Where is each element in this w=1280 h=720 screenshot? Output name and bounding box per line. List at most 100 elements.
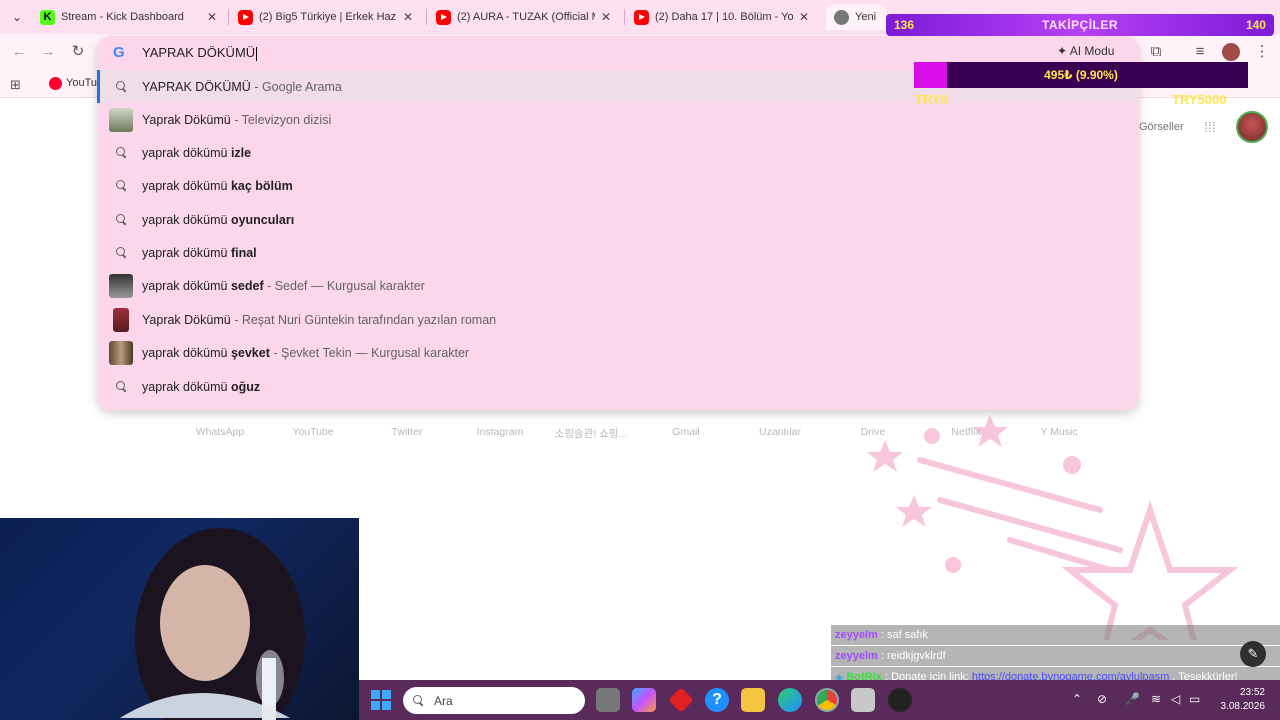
- obs-icon[interactable]: [888, 688, 912, 712]
- character-thumbnail: [109, 273, 133, 298]
- suggestion-desc: - Sedef — Kurgusal karakter: [267, 278, 425, 293]
- followers-goal: 140: [1245, 18, 1266, 32]
- shortcut-youtube[interactable]: YouTube: [273, 426, 353, 438]
- search-icon: [413, 695, 424, 706]
- shortcut-drive[interactable]: Drive: [833, 426, 913, 438]
- suggestion-item[interactable]: Yaprak Dökümü - Televizyon dizisi: [97, 103, 1139, 136]
- shortcut-ymusic[interactable]: Y Music: [1019, 426, 1099, 438]
- donation-max: TRY5000: [1172, 92, 1227, 107]
- suggestion-item[interactable]: yaprak dökümü sedef - Sedef — Kurgusal k…: [97, 269, 1139, 302]
- suggestion-bold: kaç bölüm: [230, 178, 293, 193]
- suggestion-desc: - Reşat Nuri Güntekin tarafından yazılan…: [234, 312, 497, 327]
- chevron-up-icon[interactable]: ⌃: [1072, 692, 1082, 706]
- images-link[interactable]: Görseller: [1139, 121, 1184, 133]
- omnibox-query: YAPRAK DÖKÜMÜ: [142, 45, 256, 61]
- donation-amount: 495₺ (9.90%): [1044, 68, 1118, 82]
- followers-current: 136: [894, 18, 915, 32]
- google-apps-icon[interactable]: ⁞⁞⁞: [1204, 120, 1218, 134]
- close-icon[interactable]: ✕: [207, 10, 217, 24]
- reload-icon[interactable]: ↻: [68, 42, 88, 62]
- wifi-icon[interactable]: ≋: [1151, 692, 1161, 706]
- suggestion-query: yaprak dökümü: [142, 245, 228, 260]
- suggestion-item[interactable]: yaprak dökümü kaç bölüm: [97, 169, 1139, 202]
- tab-title: (2) Big5 Türkiye | Erkek Hazırlık: [259, 11, 397, 23]
- profile-avatar[interactable]: [1222, 43, 1240, 61]
- suggestion-bold: sedef: [230, 278, 264, 293]
- task-view-icon[interactable]: [596, 688, 620, 712]
- suggestion-bold: final: [230, 245, 257, 260]
- suggestion-item[interactable]: yaprak dökümü izle: [97, 136, 1139, 169]
- suggestion-item[interactable]: yaprak dökümü oyuncuları: [97, 203, 1139, 236]
- system-clock[interactable]: 23:52 3.08.2026: [1213, 686, 1266, 714]
- extensions-icon[interactable]: ⧉: [1146, 42, 1166, 62]
- menu-icon[interactable]: ⋮: [1252, 42, 1272, 62]
- microphone-icon[interactable]: 🎤: [1125, 692, 1140, 706]
- tab-title: (2) AURA - TUZAK (Official Music: [457, 11, 595, 23]
- shortcut-extensions[interactable]: Uzantılar: [740, 426, 820, 438]
- shortcut-gmail[interactable]: Gmail: [646, 426, 726, 438]
- close-icon[interactable]: ✕: [799, 10, 809, 24]
- tab-daha-17[interactable]: (2) Daha 17 | 10. Bölüm - YouTube ✕: [626, 4, 817, 30]
- tab-divider: [426, 9, 427, 25]
- chrome-icon[interactable]: [815, 688, 839, 712]
- search-icon: [115, 247, 127, 258]
- suggestion-item[interactable]: yaprak dökümü oğuz: [97, 370, 1139, 403]
- ai-mode-button[interactable]: ✦ AI Modu: [1057, 44, 1114, 58]
- tab-title: Yeni Sekme: [855, 11, 878, 23]
- tab-big5[interactable]: (2) Big5 Türkiye | Erkek Hazırlık ✕: [230, 4, 421, 30]
- edit-pencil-icon[interactable]: ✎: [1240, 641, 1266, 667]
- edge-icon[interactable]: [778, 688, 802, 712]
- shortcut-whatsapp[interactable]: WhatsApp: [180, 426, 260, 438]
- suggestion-item[interactable]: yaprak dökümü şevket - Şevket Tekin — Ku…: [97, 336, 1139, 369]
- volume-icon[interactable]: ◁: [1171, 692, 1180, 706]
- back-icon[interactable]: ←: [9, 42, 29, 62]
- taskbar-search-placeholder: Ara: [434, 693, 453, 708]
- battery-icon[interactable]: ▭: [1189, 692, 1200, 706]
- copilot-icon[interactable]: [632, 688, 656, 712]
- suggestion-bold: oğuz: [230, 379, 261, 394]
- tab-new-tab[interactable]: Yeni Sekme: [826, 4, 886, 30]
- followers-label: TAKİPÇİLER: [1041, 18, 1119, 32]
- suggestion-query: yaprak dökümü: [142, 278, 228, 293]
- game-app-icon[interactable]: [668, 687, 694, 713]
- shortcut-instagram[interactable]: Instagram: [460, 426, 540, 438]
- text-caret: [256, 46, 258, 61]
- suggestion-query: yaprak dökümü: [142, 345, 228, 360]
- chevron-down-icon: ⌄: [11, 10, 23, 24]
- search-icon: [115, 81, 127, 92]
- clock-time: 23:52: [1239, 687, 1265, 698]
- chat-text: : reidkjgvklrdf: [880, 650, 946, 662]
- search-icon: [115, 214, 127, 225]
- suggestion-bold: şevket: [230, 345, 270, 360]
- notification-muted-icon[interactable]: ⊘: [1097, 692, 1107, 706]
- forward-icon[interactable]: →: [38, 42, 58, 62]
- taskbar-search[interactable]: Ara: [403, 687, 585, 714]
- chat-username: zeyyelm: [835, 650, 878, 662]
- close-icon[interactable]: ✕: [403, 10, 413, 24]
- store-icon[interactable]: [851, 688, 875, 712]
- shortcut-netflix[interactable]: Netflix: [926, 426, 1006, 438]
- tab-title: (2) Daha 17 | 10. Bölüm - YouTube: [655, 11, 793, 23]
- chat-message: zeyyelm : reidkjgvklrdf: [831, 646, 1280, 666]
- help-icon[interactable]: ?: [705, 688, 729, 712]
- reading-list-icon[interactable]: ≡: [1190, 42, 1210, 62]
- account-avatar[interactable]: [1236, 111, 1268, 143]
- suggestion-query: yaprak dökümü: [142, 379, 228, 394]
- suggestion-item[interactable]: yaprak dökümü final: [97, 236, 1139, 269]
- suggestion-query: YAPRAK DÖKÜMÜ: [142, 79, 251, 94]
- suggestion-query: yaprak dökümü: [142, 145, 228, 160]
- apps-icon[interactable]: ⊞: [10, 77, 21, 93]
- windows-start-icon[interactable]: [371, 690, 391, 710]
- suggestion-query: yaprak dökümü: [142, 178, 228, 193]
- youtube-icon: [238, 9, 253, 25]
- shortcut-twitter[interactable]: Twitter: [367, 426, 447, 438]
- taskbar: Ara ? ⌃ ⊘ 🎤 ≋ ◁ ▭ 23:52 3.08.2026: [359, 680, 1280, 720]
- suggestion-item[interactable]: Yaprak Dökümü - Reşat Nuri Güntekin tara…: [97, 303, 1139, 336]
- close-icon[interactable]: ✕: [601, 10, 611, 24]
- tab-aura-tuzak[interactable]: (2) AURA - TUZAK (Official Music ✕: [428, 4, 619, 30]
- file-explorer-icon[interactable]: [741, 688, 765, 712]
- tab-kick-dashboard[interactable]: K Stream - Kick Dashboard ✕: [32, 4, 225, 30]
- webcam-feed: [0, 518, 359, 720]
- shortcut-shopping[interactable]: 소핑슬관! 쇼핑...: [551, 426, 631, 441]
- tab-search-button[interactable]: ⌄: [4, 4, 30, 30]
